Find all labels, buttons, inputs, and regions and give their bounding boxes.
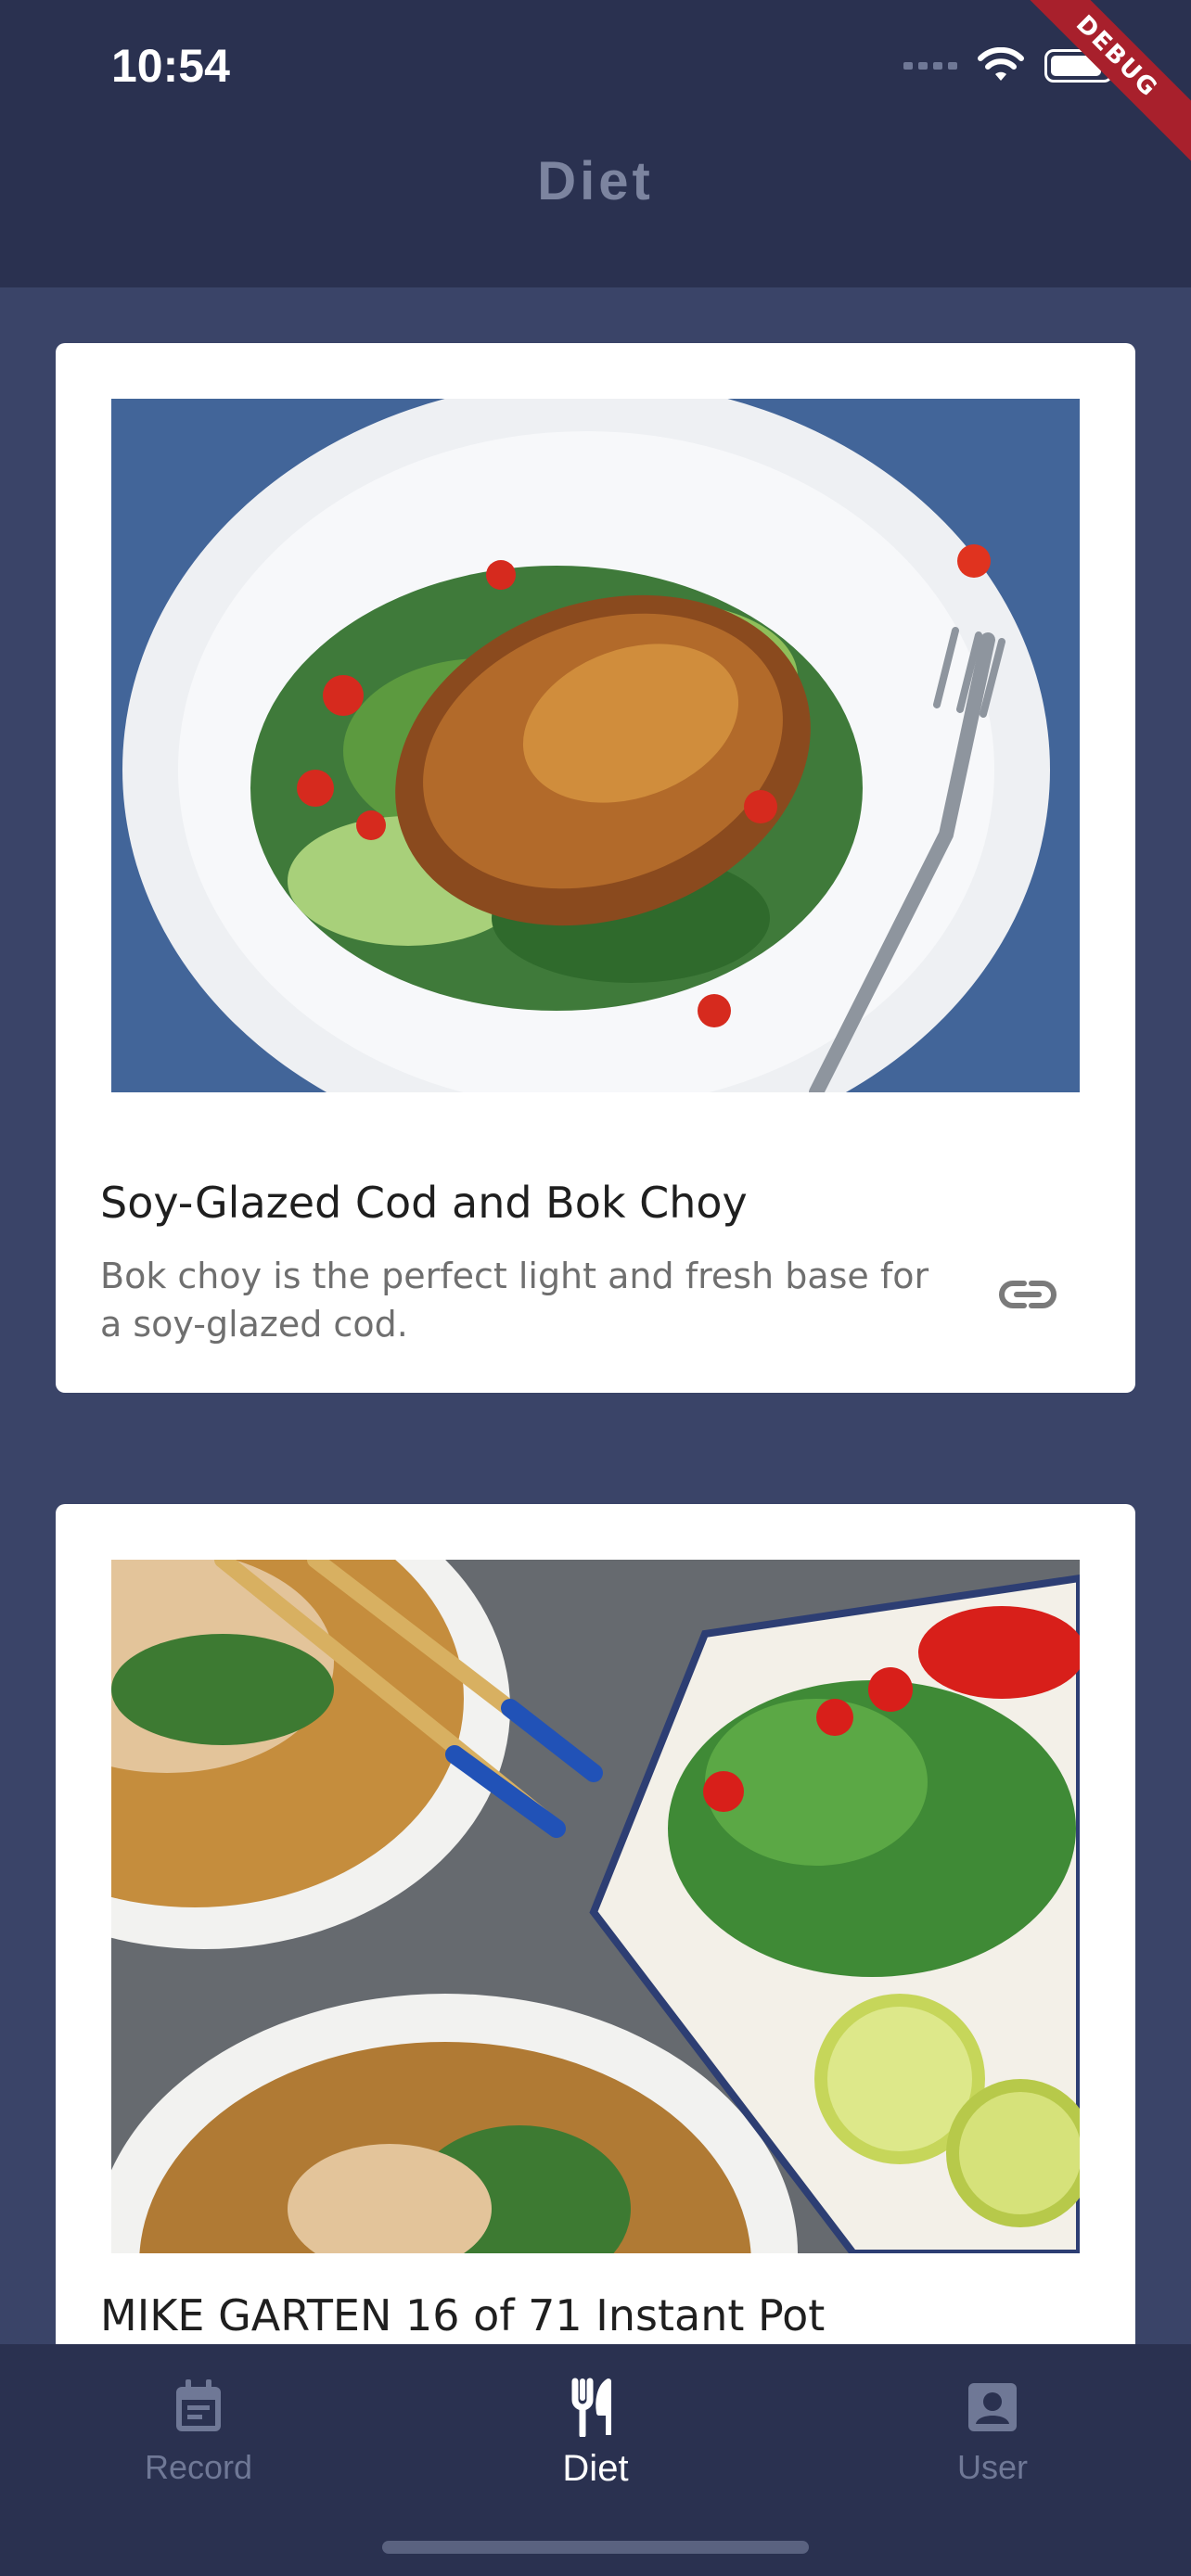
link-icon[interactable] — [998, 1276, 1057, 1313]
recipe-image[interactable] — [111, 1560, 1080, 2253]
recipe-list[interactable]: Soy-Glazed Cod and Bok Choy Bok choy is … — [0, 287, 1191, 2344]
utensils-icon — [571, 2378, 611, 2437]
recipe-description: Bok choy is the perfect light and fresh … — [100, 1256, 929, 1345]
app-bar: Diet — [0, 139, 1191, 287]
home-indicator[interactable] — [382, 2541, 809, 2554]
nav-item-user[interactable]: User — [881, 2378, 1104, 2517]
signal-dots-icon — [903, 62, 957, 70]
user-icon — [968, 2383, 1017, 2431]
nav-label-diet: Diet — [562, 2448, 629, 2489]
recipe-card[interactable]: MIKE GARTEN 16 of 71 Instant Pot — [56, 1504, 1135, 2344]
recipe-image[interactable] — [111, 399, 1080, 1092]
calendar-icon — [176, 2379, 221, 2431]
nav-item-diet[interactable]: Diet — [484, 2378, 707, 2517]
wifi-icon — [978, 47, 1024, 81]
recipe-card[interactable]: Soy-Glazed Cod and Bok Choy Bok choy is … — [56, 343, 1135, 1393]
nav-label-user: User — [956, 2448, 1028, 2486]
status-bar: 10:54 — [0, 0, 1191, 139]
nav-item-record[interactable]: Record — [87, 2378, 310, 2517]
recipe-title: Soy-Glazed Cod and Bok Choy — [100, 1178, 748, 1228]
page-title: Diet — [537, 150, 654, 211]
status-time: 10:54 — [111, 40, 230, 92]
recipe-title: MIKE GARTEN 16 of 71 Instant Pot — [100, 2290, 826, 2340]
nav-label-record: Record — [144, 2448, 253, 2486]
